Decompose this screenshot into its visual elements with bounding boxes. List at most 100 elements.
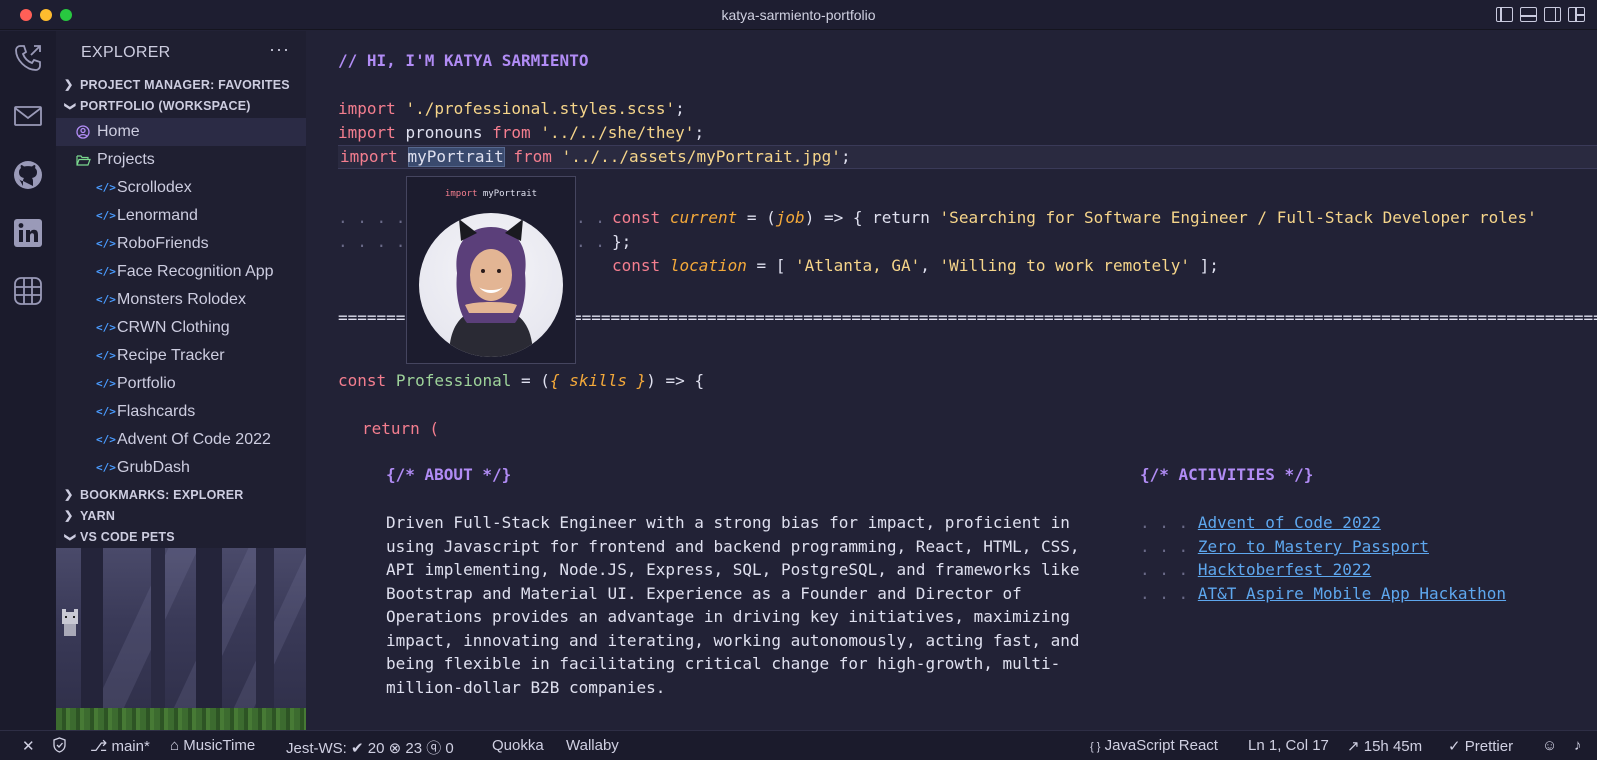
tree-item-label: Lenormand <box>117 207 198 224</box>
tree-item-label: Home <box>97 123 140 140</box>
time-status[interactable]: ↗ 15h 45m <box>1347 737 1422 755</box>
jest-passed: 20 <box>367 740 385 757</box>
branch-status[interactable]: ⎇ main* <box>90 737 150 755</box>
activity-item: . . . Hacktoberfest 2022 <box>1140 560 1372 579</box>
time-label: 15h 45m <box>1363 738 1423 755</box>
image-preview-hover: import myPortrait <box>406 176 576 364</box>
tree-item-project[interactable]: </> CRWN Clothing <box>56 314 306 342</box>
code-file-icon: </> <box>96 237 116 250</box>
x-circle-icon: ⊗ <box>388 740 402 757</box>
section-workspace[interactable]: ❯ PORTFOLIO (WORKSPACE) <box>56 96 306 117</box>
section-pets[interactable]: ❯ VS CODE PETS <box>56 527 306 548</box>
code-line-professional: const Professional = ({ skills }) => { <box>338 371 705 390</box>
activity-link[interactable]: Advent of Code 2022 <box>1198 513 1381 532</box>
code-editor[interactable]: // HI, I'M KATYA SARMIENTO import './pro… <box>306 31 1597 730</box>
activity-link[interactable]: Zero to Mastery Passport <box>1198 537 1429 556</box>
language-status[interactable]: { } JavaScript React <box>1090 737 1218 754</box>
jest-unknown: 0 <box>445 740 454 757</box>
quokka-status[interactable]: Quokka <box>492 737 544 754</box>
separator-line: ========================================… <box>572 308 1597 327</box>
code-line-import-styles: import './professional.styles.scss'; <box>338 99 685 118</box>
about-text-line: being flexible in facilitating critical … <box>386 654 1061 673</box>
braces-icon: { } <box>1090 741 1101 753</box>
tree-item-label: Face Recognition App <box>117 263 274 280</box>
toggle-primary-sidebar-icon[interactable] <box>1496 7 1513 22</box>
customize-layout-icon[interactable] <box>1568 7 1585 22</box>
remote-icon[interactable]: ✕ <box>22 737 35 755</box>
jest-label: Jest-WS: <box>286 740 347 757</box>
activity-item: . . . Advent of Code 2022 <box>1140 513 1381 532</box>
cursor-position[interactable]: Ln 1, Col 17 <box>1248 737 1329 754</box>
user-circle-icon <box>76 118 90 149</box>
linkedin-icon[interactable] <box>10 215 46 251</box>
rocket-icon: ↗ <box>1347 738 1360 755</box>
code-line-import-pronouns: import pronouns from '../../she/they'; <box>338 123 705 142</box>
tree-item-project[interactable]: </> GrubDash <box>56 454 306 482</box>
tree-item-projects[interactable]: Projects <box>56 146 306 174</box>
tree-item-project[interactable]: </> Face Recognition App <box>56 258 306 286</box>
about-text-line: Operations provides an advantage in driv… <box>386 607 1070 626</box>
chevron-down-icon: ❯ <box>64 532 77 543</box>
tree-item-project[interactable]: </> Advent Of Code 2022 <box>56 426 306 454</box>
about-text-line: API implementing, Node.JS, Express, SQL,… <box>386 560 1080 579</box>
section-project-manager[interactable]: ❯ PROJECT MANAGER: FAVORITES <box>56 75 306 96</box>
shield-check-icon[interactable] <box>52 737 67 757</box>
musictime-status[interactable]: ⌂ MusicTime <box>170 737 255 754</box>
separator-line: ======= <box>338 308 406 327</box>
about-heading: {/* ABOUT */} <box>386 465 512 484</box>
section-label: PORTFOLIO (WORKSPACE) <box>80 99 251 113</box>
code-file-icon: </> <box>96 181 116 194</box>
wallaby-status[interactable]: Wallaby <box>566 737 619 754</box>
more-actions-icon[interactable]: ··· <box>269 39 290 60</box>
code-line-return: return ( <box>362 419 440 438</box>
github-icon[interactable] <box>10 157 46 193</box>
code-heading-comment: // HI, I'M KATYA SARMIENTO <box>338 51 589 70</box>
chevron-right-icon: ❯ <box>64 79 74 91</box>
notifications-bell-icon[interactable]: ♪ <box>1574 737 1582 754</box>
tree-item-label: Recipe Tracker <box>117 347 225 364</box>
toggle-panel-icon[interactable] <box>1520 7 1537 22</box>
about-text-line: million-dollar B2B companies. <box>386 678 666 697</box>
section-bookmarks[interactable]: ❯ BOOKMARKS: EXPLORER <box>56 485 306 506</box>
about-text-line: using Javascript for frontend and backen… <box>386 537 1080 556</box>
explorer-sidebar: EXPLORER ··· ❯ PROJECT MANAGER: FAVORITE… <box>56 31 306 730</box>
mail-icon[interactable] <box>10 98 46 134</box>
pets-forest-scene <box>56 548 306 730</box>
about-text-line: Driven Full-Stack Engineer with a strong… <box>386 513 1070 532</box>
tree-item-label: Scrollodex <box>117 179 192 196</box>
feedback-icon[interactable]: ☺ <box>1542 737 1557 754</box>
indent-guide-dots: . . . . <box>338 232 406 251</box>
activity-item: . . . AT&T Aspire Mobile App Hackathon <box>1140 584 1507 603</box>
toggle-secondary-sidebar-icon[interactable] <box>1544 7 1561 22</box>
prettier-label: Prettier <box>1464 738 1514 755</box>
code-file-icon: </> <box>96 321 116 334</box>
code-file-icon: </> <box>96 293 116 306</box>
code-line-current: const current = (job) => { return 'Searc… <box>612 208 1537 227</box>
tree-item-home[interactable]: Home <box>56 118 306 146</box>
prettier-status[interactable]: ✓ Prettier <box>1448 737 1513 755</box>
grid-icon[interactable] <box>10 273 46 309</box>
chevron-right-icon: ❯ <box>64 510 74 522</box>
tree-item-project[interactable]: </> Lenormand <box>56 202 306 230</box>
tree-item-project[interactable]: </> RoboFriends <box>56 230 306 258</box>
tree-item-project[interactable]: </> Scrollodex <box>56 174 306 202</box>
tree-item-project[interactable]: </> Monsters Rolodex <box>56 286 306 314</box>
explorer-title: EXPLORER <box>81 44 171 61</box>
section-yarn[interactable]: ❯ YARN <box>56 506 306 527</box>
activities-heading: {/* ACTIVITIES */} <box>1140 465 1314 484</box>
jest-status[interactable]: Jest-WS: ✔ 20 ⊗ 23 ⓠ 0 <box>286 737 454 758</box>
pet-cat-icon[interactable] <box>59 608 81 638</box>
phone-icon[interactable] <box>10 40 46 76</box>
activity-link[interactable]: AT&T Aspire Mobile App Hackathon <box>1198 584 1506 603</box>
activity-bar <box>0 31 56 730</box>
tree-item-label: Monsters Rolodex <box>117 291 246 308</box>
tree-item-project[interactable]: </> Flashcards <box>56 398 306 426</box>
section-label: YARN <box>80 509 116 523</box>
folder-open-icon <box>76 146 91 177</box>
activity-link[interactable]: Hacktoberfest 2022 <box>1198 560 1371 579</box>
language-label: JavaScript React <box>1104 737 1218 754</box>
tree-item-project[interactable]: </> Portfolio <box>56 370 306 398</box>
tree-item-project[interactable]: </> Recipe Tracker <box>56 342 306 370</box>
indent-guide-dots: . . . . <box>338 208 406 227</box>
code-file-icon: </> <box>96 405 116 418</box>
